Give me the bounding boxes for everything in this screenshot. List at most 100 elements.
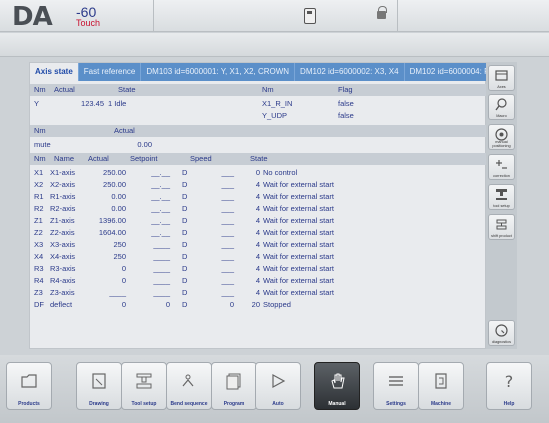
cell-actual: 0 [121, 300, 126, 309]
cell-actual: 1396.00 [98, 216, 126, 225]
cell-nm: X1 [34, 168, 44, 177]
tool-button-correction[interactable]: correction [488, 154, 515, 180]
calculator-icon[interactable] [304, 8, 316, 24]
axis-state-header: Nm Actual State Nm Flag [30, 84, 487, 96]
cell-state-code: 4 [255, 264, 260, 273]
cell-speed: ___ [221, 192, 234, 201]
tab-fast-reference[interactable]: Fast reference [79, 63, 142, 81]
nav-tool-setup-button[interactable]: Tool setup [121, 362, 167, 410]
nav-label: Products [18, 401, 40, 407]
message-bar [0, 33, 549, 57]
col-nm-signal: Nm [262, 85, 274, 94]
cell-speed: ___ [221, 228, 234, 237]
logo-sub-text: Touch [76, 18, 101, 28]
mute-header: Nm Actual [30, 125, 487, 137]
nav-label: Manual [328, 401, 346, 407]
col-nm: Nm [34, 154, 46, 163]
lock-icon[interactable] [377, 6, 387, 19]
play-icon [272, 373, 286, 389]
cell-name: Z1-axis [50, 216, 75, 225]
cell-setpoint: 0 [165, 300, 170, 309]
cell-nm: R4 [34, 276, 44, 285]
nav-bend-sequence-button[interactable]: Bend sequence [166, 362, 212, 410]
nav-machine-button[interactable]: Machine [418, 362, 464, 410]
folder-icon [21, 374, 37, 388]
svg-text:?: ? [505, 372, 514, 390]
tool-label: Macro [496, 114, 507, 118]
cell-mode: D [182, 168, 188, 177]
tool-button-axes[interactable]: Axes [488, 65, 515, 91]
cell-mode: D [182, 192, 188, 201]
top-bar: DA -60 Touch [0, 0, 549, 32]
tool-label: tool setup [493, 204, 510, 208]
shift-icon [496, 219, 507, 230]
cell-mode: D [182, 180, 188, 189]
gauge-icon [495, 324, 508, 337]
cell-state-code: 20 [251, 300, 260, 309]
cell-name: deflect [50, 300, 73, 309]
machine-icon [435, 373, 447, 389]
cell-state: Wait for external start [263, 216, 334, 225]
tab-axis-state[interactable]: Axis state [30, 63, 79, 81]
nav-label: Help [503, 401, 515, 407]
table-row: R2 R2-axis 0.00 __.__ D ___ 4 Wait for external… [30, 203, 487, 215]
hand-icon [331, 373, 345, 389]
table-row: Z1 Z1-axis 1396.00 __.__ D ___ 4 Wait for exter… [30, 215, 487, 227]
nav-label: Auto [272, 401, 284, 407]
cell-state: Wait for external start [263, 192, 334, 201]
cell-actual: 0 [121, 264, 126, 273]
tool-button-macro[interactable]: Macro [488, 94, 515, 120]
cell-actual: 1604.00 [98, 228, 126, 237]
cell-state: Wait for external start [263, 228, 334, 237]
tool-button-diagnostics[interactable]: diagnostics [488, 320, 515, 346]
cell-signal: X1_R_IN [262, 99, 293, 108]
plus-minus-icon [496, 160, 507, 169]
cell-flag: false [338, 111, 354, 120]
tool-button-manual-positioning[interactable]: manual positioning [488, 124, 515, 150]
cell-state-code: 4 [255, 216, 260, 225]
cell-speed: 0 [229, 300, 234, 309]
nav-manual-button[interactable]: Manual [314, 362, 360, 410]
nav-settings-button[interactable]: Settings [373, 362, 419, 410]
cell-actual: 0.00 [111, 192, 126, 201]
cell-state-code: 4 [255, 192, 260, 201]
nav-products-button[interactable]: Products [6, 362, 52, 410]
table-row: X3 X3-axis 250 ____ D ___ 4 Wait for external s… [30, 239, 487, 251]
cell-name: X2-axis [50, 180, 76, 189]
cell-nm: R1 [34, 192, 44, 201]
col-actual: Actual [88, 154, 109, 163]
status-field-right [397, 0, 549, 32]
cell-actual: 123.45 [81, 99, 104, 108]
nav-label: Machine [430, 401, 451, 407]
tab-dm102-x3x4[interactable]: DM102 id=6000002: X3, X4 [295, 63, 405, 81]
table-row: mute 0.00 [30, 139, 487, 151]
help-icon: ? [505, 372, 514, 390]
tab-dm102-r1r2[interactable]: DM102 id=6000004: R1, R2 [405, 63, 487, 81]
nav-drawing-button[interactable]: Drawing [76, 362, 122, 410]
cell-state-code: 4 [255, 240, 260, 249]
cell-setpoint: __.__ [151, 216, 170, 225]
tool-button-shift-product[interactable]: shift product [488, 214, 515, 240]
cell-setpoint: ____ [153, 240, 170, 249]
cell-mode: D [182, 228, 188, 237]
cell-state: Wait for external start [263, 204, 334, 213]
tab-dm103[interactable]: DM103 id=6000001: Y, X1, X2, CROWN [141, 63, 296, 81]
cell-actual: 250.00 [103, 180, 126, 189]
cell-nm: DF [34, 300, 44, 309]
cell-nm: X2 [34, 180, 44, 189]
nav-auto-button[interactable]: Auto [255, 362, 301, 410]
cell-actual: 250 [113, 240, 126, 249]
tool-label: manual positioning [492, 140, 511, 148]
cell-setpoint: ____ [153, 252, 170, 261]
nav-label: Settings [386, 401, 406, 407]
cell-actual: 250.00 [103, 168, 126, 177]
tool-button-tool-setup[interactable]: tool setup [488, 184, 515, 210]
table-row: DF deflect 0 0 D 0 20 Stopped [30, 299, 487, 311]
table-row: Z2 Z2-axis 1604.00 __.__ D ___ 4 Wait for exter… [30, 227, 487, 239]
cell-name: X4-axis [50, 252, 76, 261]
cell-mode: D [182, 264, 188, 273]
nav-help-button[interactable]: ? Help [486, 362, 532, 410]
nav-program-button[interactable]: Program [211, 362, 257, 410]
cell-state: Wait for external start [263, 252, 334, 261]
cell-mode: D [182, 204, 188, 213]
